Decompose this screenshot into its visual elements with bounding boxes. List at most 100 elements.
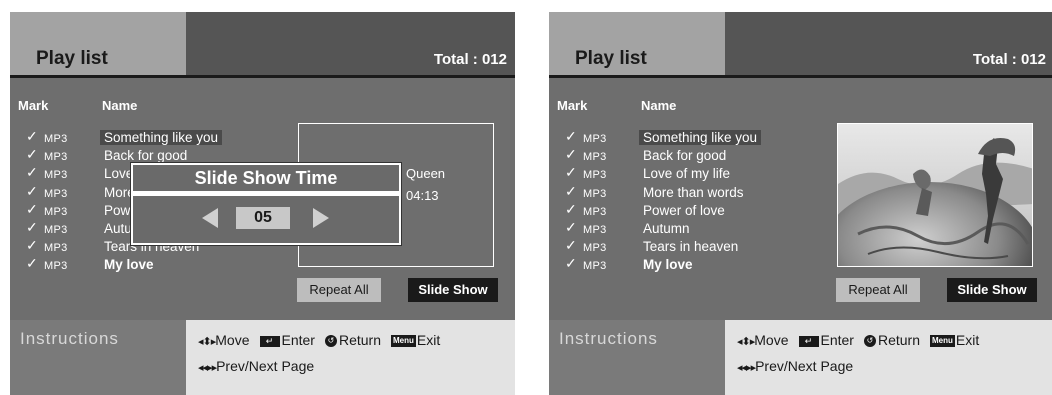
check-icon: ✓: [26, 128, 38, 144]
instructions-keys: ◂⬍▸Move ↵ Enter ↺ Return Menu Exit: [198, 332, 440, 348]
format-label: MP3: [583, 151, 607, 164]
list-item[interactable]: ✓ MP3 My love: [18, 255, 318, 275]
updown-arrows-icon: ◂⬍▸: [737, 336, 755, 348]
list-item[interactable]: ✓ MP3 My love: [557, 255, 857, 275]
list-item[interactable]: ✓ MP3 Back for good: [557, 146, 857, 166]
enter-label: Enter: [820, 332, 854, 348]
prev-next-icon: ◂◂▸▸: [737, 362, 756, 374]
track-time: 04:13: [406, 188, 439, 203]
track-name: My love: [104, 257, 154, 273]
playlist-screen-left: Play list Total : 012 Mark Name ✓ MP3 Some…: [10, 12, 515, 395]
check-icon: ✓: [565, 255, 577, 272]
format-label: MP3: [44, 151, 68, 164]
return-icon: ↺: [863, 335, 876, 348]
return-label: Return: [877, 332, 920, 348]
prev-next-icon: ◂◂▸▸: [198, 362, 217, 374]
arrow-right-icon[interactable]: [313, 208, 329, 228]
check-icon: ✓: [26, 200, 38, 217]
check-icon: ✓: [565, 200, 577, 217]
instructions-label: Instructions: [20, 329, 119, 348]
track-list: ✓ MP3 Something like you ✓ MP3 Back for good…: [557, 128, 857, 276]
slide-show-button[interactable]: Slide Show: [408, 278, 498, 302]
list-item[interactable]: ✓ MP3 More than words: [557, 182, 857, 203]
format-label: MP3: [583, 260, 607, 273]
track-name: My love: [643, 257, 693, 273]
check-icon: ✓: [26, 218, 38, 235]
track-name: More than words: [643, 184, 744, 200]
instructions-label: Instructions: [559, 329, 658, 348]
enter-label: Enter: [281, 332, 315, 348]
total-count: Total : 012: [433, 51, 507, 68]
format-label: MP3: [44, 242, 68, 255]
move-label: Move: [754, 332, 789, 348]
check-icon: ✓: [565, 164, 577, 181]
artist-name: Queen: [406, 166, 446, 181]
format-label: MP3: [44, 223, 68, 236]
instructions-keys: ◂⬍▸Move ↵ Enter ↺ Return Menu Exit: [737, 332, 979, 348]
format-label: MP3: [44, 133, 68, 145]
instructions-bar: Instructions ◂⬍▸Move ↵ Enter ↺ Return Menu Exi…: [549, 320, 1052, 395]
column-mark: Mark: [18, 98, 49, 113]
list-item[interactable]: ✓ MP3 Something like you: [18, 128, 318, 148]
format-label: MP3: [44, 169, 68, 182]
check-icon: ✓: [565, 146, 577, 163]
format-label: MP3: [44, 205, 68, 218]
enter-key-icon: ↵: [259, 335, 280, 347]
track-name: Love of my life: [643, 166, 731, 182]
page-title: Play list: [575, 48, 647, 69]
header-divider: [549, 75, 1052, 78]
check-icon: ✓: [565, 237, 577, 254]
exit-label: Exit: [955, 332, 980, 348]
return-icon: ↺: [324, 335, 337, 348]
track-name: Autumn: [643, 220, 690, 236]
slide-time-value: 05: [236, 207, 290, 229]
menu-key-icon: Menu: [391, 335, 416, 348]
playlist-screen-right: Play list Total : 012 Mark Name ✓ MP3 Some…: [549, 12, 1052, 395]
check-icon: ✓: [26, 164, 38, 181]
format-label: MP3: [583, 133, 607, 145]
page-label: Prev/Next Page: [755, 358, 854, 374]
photo-preview-image: [838, 124, 1032, 266]
return-label: Return: [338, 332, 381, 348]
check-icon: ✓: [565, 218, 577, 235]
track-name: Something like you: [639, 130, 762, 145]
check-icon: ✓: [26, 255, 38, 272]
menu-key-icon: Menu: [930, 335, 955, 348]
page-label: Prev/Next Page: [216, 358, 315, 374]
instructions-page: ◂◂▸▸Prev/Next Page: [737, 358, 853, 374]
repeat-all-button[interactable]: Repeat All: [297, 278, 381, 302]
list-item[interactable]: ✓ MP3 Love of my life: [557, 164, 857, 184]
track-name: Something like you: [100, 130, 223, 145]
repeat-all-button[interactable]: Repeat All: [836, 278, 920, 302]
slide-show-button[interactable]: Slide Show: [947, 278, 1037, 302]
format-label: MP3: [44, 187, 68, 200]
total-count: Total : 012: [972, 51, 1046, 68]
header: Play list Total : 012: [549, 12, 1052, 78]
header-divider: [10, 75, 515, 78]
instructions-box: ◂⬍▸Move ↵ Enter ↺ Return Menu Exit ◂◂▸▸Prev/Ne…: [186, 320, 515, 395]
arrow-left-icon[interactable]: [202, 208, 218, 228]
slide-show-time-dialog: Slide Show Time 05: [130, 162, 402, 246]
instructions-bar: Instructions ◂⬍▸Move ↵ Enter ↺ Return Menu Exi…: [10, 320, 515, 395]
track-name: Back for good: [643, 148, 727, 164]
check-icon: ✓: [565, 128, 577, 144]
exit-label: Exit: [416, 332, 441, 348]
format-label: MP3: [583, 205, 607, 218]
check-icon: ✓: [26, 237, 38, 254]
check-icon: ✓: [565, 182, 577, 199]
format-label: MP3: [583, 169, 607, 182]
list-item[interactable]: ✓ MP3 Power of love: [557, 200, 857, 221]
page-title: Play list: [36, 48, 108, 69]
list-item[interactable]: ✓ MP3 Tears in heaven: [557, 237, 857, 257]
column-name: Name: [641, 98, 677, 113]
format-label: MP3: [583, 223, 607, 236]
column-name: Name: [102, 98, 138, 113]
list-item[interactable]: ✓ MP3 Autumn: [557, 218, 857, 239]
header: Play list Total : 012: [10, 12, 515, 78]
format-label: MP3: [583, 187, 607, 200]
track-name: Back for good: [104, 148, 188, 164]
dialog-title-bar: Slide Show Time: [133, 165, 399, 191]
instructions-page: ◂◂▸▸Prev/Next Page: [198, 358, 314, 374]
list-item[interactable]: ✓ MP3 Something like you: [557, 128, 857, 148]
check-icon: ✓: [26, 182, 38, 199]
